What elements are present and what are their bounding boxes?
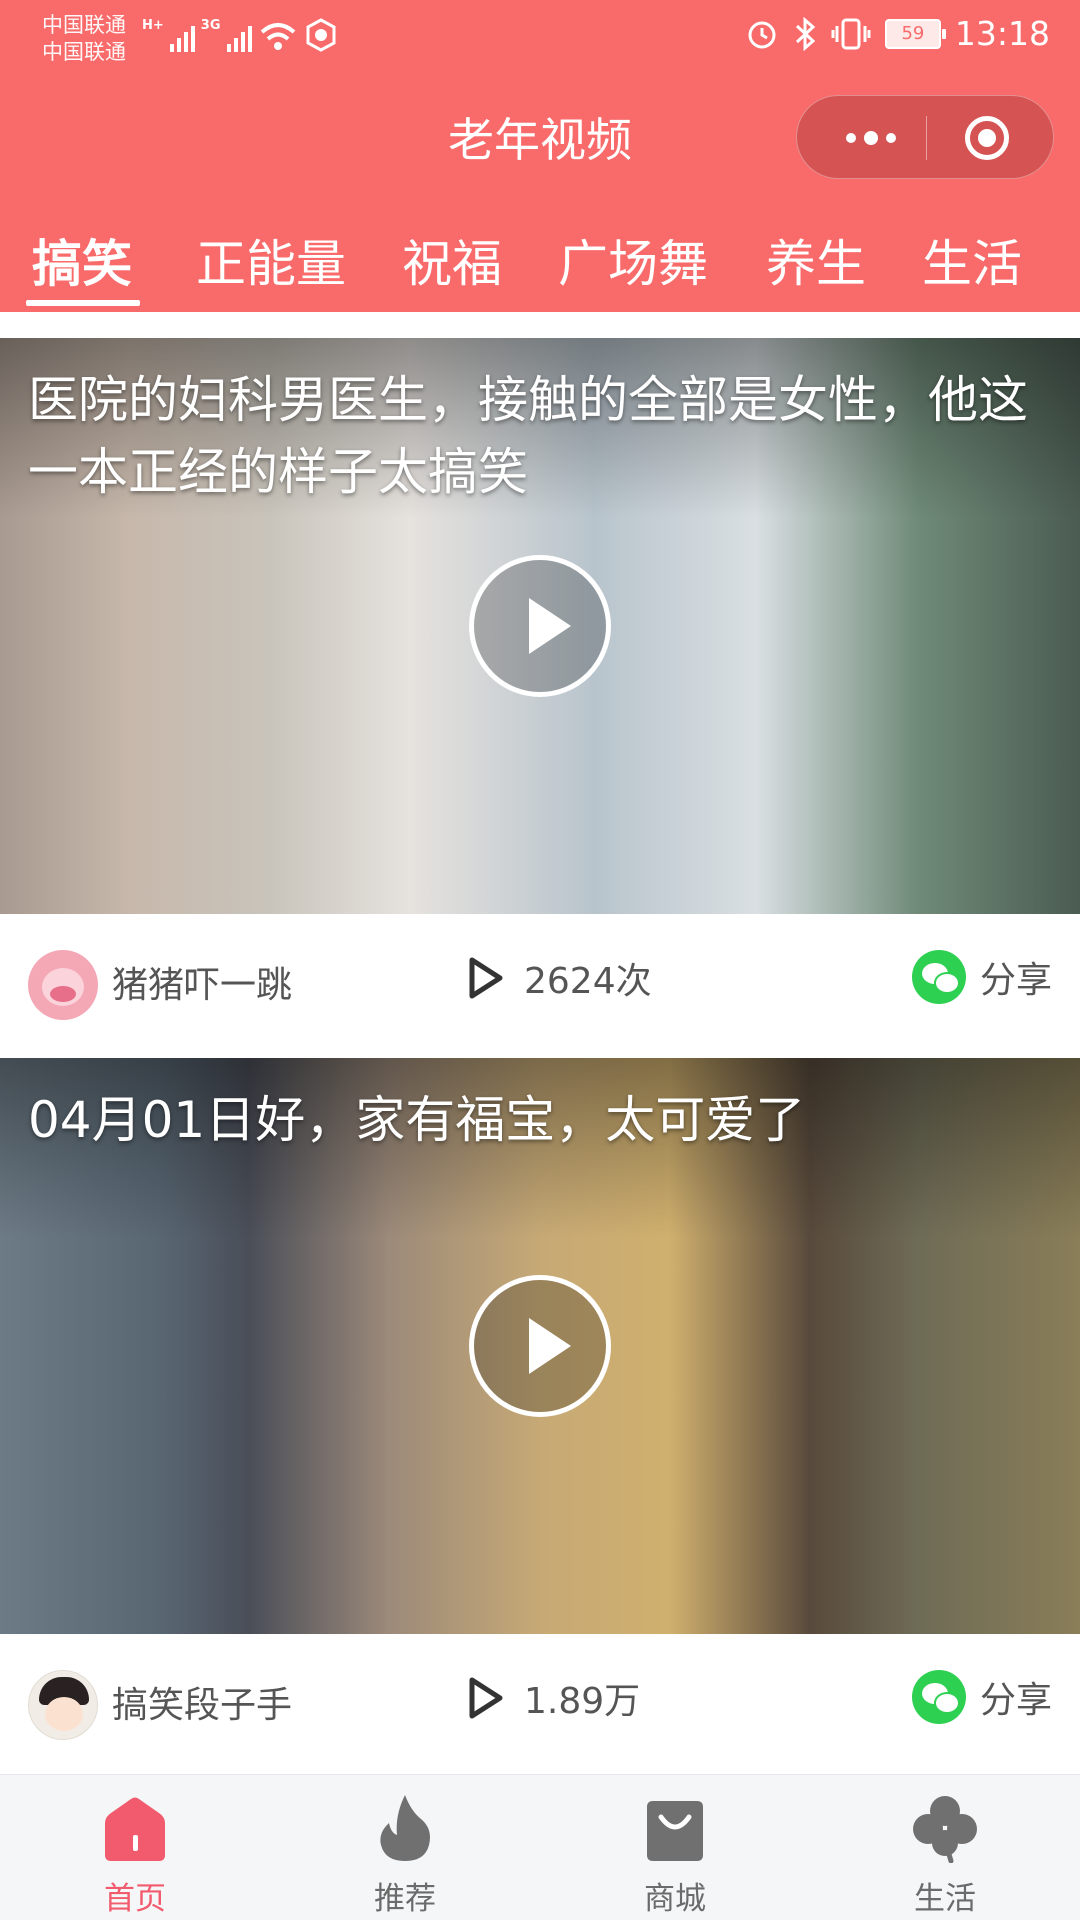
hand-icon: [306, 18, 335, 52]
video-thumbnail[interactable]: 04月01日好，家有福宝，太可爱了: [0, 1058, 1080, 1634]
play-count-icon: [466, 954, 506, 1002]
view-count: 2624次: [466, 952, 652, 1004]
active-tab-indicator: [26, 300, 140, 306]
tab-positive-energy[interactable]: 正能量: [196, 224, 346, 296]
alarm-icon: [748, 21, 776, 48]
share-button[interactable]: 分享: [911, 950, 1052, 1004]
app-header: 中国联通 中国联通 H+ 3G 59 13:18 老年视频 搞笑 正能量 祝福 …: [0, 0, 1080, 312]
author-name[interactable]: 猪猪吓一跳: [112, 956, 292, 1008]
video-meta-row: 搞笑段子手 1.89万 分享: [0, 1634, 1080, 1770]
status-right: 59 13:18: [745, 14, 1050, 53]
wechat-icon: [911, 950, 966, 1004]
flame-icon: [380, 1795, 430, 1861]
video-card: 医院的妇科男医生，接触的全部是女性，他这一本正经的样子太搞笑 猪猪吓一跳 262…: [0, 338, 1080, 1050]
author-avatar[interactable]: [28, 950, 98, 1020]
video-card: 04月01日好，家有福宝，太可爱了 搞笑段子手 1.89万 分享: [0, 1058, 1080, 1774]
carrier-labels: 中国联通 中国联通: [42, 12, 126, 66]
author-avatar[interactable]: [28, 1670, 98, 1740]
signal-icon: [169, 22, 195, 52]
wechat-icon: [911, 1670, 966, 1724]
tabbar-label: 生活: [914, 1881, 976, 1917]
carrier-1: 中国联通: [42, 13, 126, 37]
clover-icon: [913, 1796, 977, 1863]
network-type-2: 3G: [200, 18, 221, 33]
tab-blessing[interactable]: 祝福: [402, 224, 502, 296]
status-bar: 中国联通 中国联通 H+ 3G 59 13:18: [0, 0, 1080, 80]
more-dots-icon[interactable]: [831, 96, 911, 180]
author-name[interactable]: 搞笑段子手: [112, 1676, 292, 1728]
vibrate-icon: [831, 18, 871, 49]
bottom-tab-bar: 首页 推荐 商城 生活: [0, 1774, 1080, 1920]
tabbar-label: 商城: [644, 1881, 706, 1917]
view-count-text: 2624次: [524, 961, 652, 1002]
tab-funny[interactable]: 搞笑: [32, 224, 132, 296]
close-target-icon[interactable]: [965, 116, 1009, 160]
tab-health[interactable]: 养生: [766, 224, 866, 296]
play-button-icon[interactable]: [469, 1275, 611, 1417]
clock: 13:18: [954, 14, 1050, 53]
shopping-bag-icon: [647, 1801, 703, 1861]
tabbar-item-mall[interactable]: 商城: [540, 1775, 810, 1921]
header-spacer: [0, 312, 1080, 338]
tabbar-label: 首页: [104, 1881, 166, 1917]
carrier-2: 中国联通: [42, 40, 126, 64]
play-count-icon: [466, 1674, 506, 1722]
signal-icon-2: [226, 22, 252, 52]
tabbar-label: 推荐: [374, 1881, 436, 1917]
share-label: 分享: [979, 960, 1052, 1001]
home-icon: [105, 1797, 165, 1861]
tabbar-item-recommend[interactable]: 推荐: [270, 1775, 540, 1921]
share-button[interactable]: 分享: [911, 1670, 1052, 1724]
video-title: 医院的妇科男医生，接触的全部是女性，他这一本正经的样子太搞笑: [28, 371, 1028, 501]
view-count-text: 1.89万: [524, 1681, 641, 1722]
tab-life[interactable]: 生活: [922, 224, 1022, 296]
wifi-icon: [260, 23, 295, 50]
tab-square-dance[interactable]: 广场舞: [558, 224, 708, 296]
view-count: 1.89万: [466, 1672, 640, 1724]
signal-indicators: H+ 3G: [142, 18, 338, 52]
capsule-divider: [926, 116, 927, 160]
tabbar-item-home[interactable]: 首页: [0, 1775, 270, 1921]
tabbar-item-life[interactable]: 生活: [810, 1775, 1080, 1921]
play-button-icon[interactable]: [469, 555, 611, 697]
video-meta-row: 猪猪吓一跳 2624次 分享: [0, 914, 1080, 1050]
mini-program-capsule: [796, 95, 1054, 179]
network-type-1: H+: [142, 18, 164, 33]
share-label: 分享: [979, 1680, 1052, 1721]
video-title: 04月01日好，家有福宝，太可爱了: [28, 1091, 806, 1149]
video-thumbnail[interactable]: 医院的妇科男医生，接触的全部是女性，他这一本正经的样子太搞笑: [0, 338, 1080, 914]
battery-icon: 59: [884, 18, 946, 49]
bluetooth-icon: [795, 16, 816, 51]
category-tabs: 搞笑 正能量 祝福 广场舞 养生 生活: [0, 224, 1080, 314]
